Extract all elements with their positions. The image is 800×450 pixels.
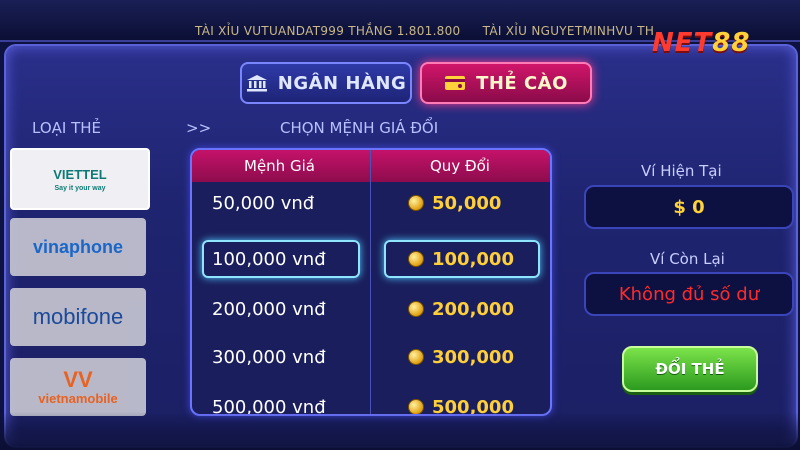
choose-value-label: CHỌN MỆNH GIÁ ĐỔI <box>280 119 439 137</box>
bank-icon <box>246 75 267 92</box>
exchange-card-button[interactable]: ĐỔI THẺ <box>622 346 758 392</box>
table-row-selected[interactable]: 100,000 vnđ 100,000 <box>192 240 550 282</box>
column-header-value: Mệnh Giá <box>244 157 315 175</box>
table-header: Mệnh Giá Quy Đổi <box>192 150 550 182</box>
provider-vinaphone[interactable]: vinaphone <box>10 218 146 276</box>
value-table: Mệnh Giá Quy Đổi 50,000 vnđ 50,000 100,0… <box>190 148 552 416</box>
tab-card-label: THẺ CÀO <box>476 72 568 94</box>
current-wallet-value: $ 0 <box>584 185 794 229</box>
remaining-wallet-value: Không đủ số dư <box>584 272 794 316</box>
logo-text: NET <box>652 28 713 58</box>
column-header-exchange: Quy Đổi <box>430 157 490 175</box>
current-wallet-label: Ví Hiện Tại <box>641 162 722 180</box>
vietnamobile-mark-icon: VV <box>63 366 93 392</box>
card-icon <box>445 76 466 90</box>
tab-bank-label: NGÂN HÀNG <box>277 72 407 94</box>
provider-vietnamobile[interactable]: VV vietnamobile <box>10 358 146 416</box>
ticker-item: TÀI XỈU NGUYETMINHVU TH <box>482 24 655 38</box>
vinaphone-logo: vinaphone <box>32 236 123 257</box>
provider-viettel[interactable]: VIETTEL Say it your way <box>10 148 150 210</box>
row-value: 200,000 vnđ <box>212 298 326 320</box>
row-value: 50,000 vnđ <box>212 192 315 214</box>
arrows-label: >> <box>186 119 212 137</box>
row-exchange: 50,000 <box>408 186 501 220</box>
viettel-slogan: Say it your way <box>54 184 106 192</box>
logo-number: 88 <box>712 28 751 58</box>
table-row[interactable]: 200,000 vnđ 200,000 <box>192 292 550 332</box>
row-value: 300,000 vnđ <box>212 346 326 368</box>
win-ticker: TÀI XỈU VUTUANDAT999 THẮNG 1.801.800 TÀI… <box>195 24 672 38</box>
row-value: 100,000 vnđ <box>212 248 326 270</box>
card-type-label: LOẠI THẺ <box>32 119 102 137</box>
tab-card[interactable]: THẺ CÀO <box>420 62 592 104</box>
mobifone-logo: mobifone <box>32 304 124 329</box>
table-row[interactable]: 300,000 vnđ 300,000 <box>192 340 550 380</box>
bottom-fade <box>0 412 800 450</box>
row-exchange: 200,000 <box>408 292 514 326</box>
provider-mobifone[interactable]: mobifone <box>10 288 146 346</box>
row-exchange: 300,000 <box>408 340 514 374</box>
row-exchange: 100,000 <box>408 242 514 276</box>
table-row[interactable]: 50,000 vnđ 50,000 <box>192 186 550 226</box>
net88-logo: NET88 <box>652 28 750 58</box>
ticker-item: TÀI XỈU VUTUANDAT999 THẮNG 1.801.800 <box>195 24 461 38</box>
remaining-wallet-label: Ví Còn Lại <box>650 250 725 268</box>
coin-icon <box>408 251 424 267</box>
coin-icon <box>408 349 424 365</box>
vietnamobile-logo: vietnamobile <box>38 390 118 406</box>
viettel-logo: VIETTEL <box>53 166 107 182</box>
coin-icon <box>408 195 424 211</box>
coin-icon <box>408 301 424 317</box>
tab-bank[interactable]: NGÂN HÀNG <box>240 62 412 104</box>
